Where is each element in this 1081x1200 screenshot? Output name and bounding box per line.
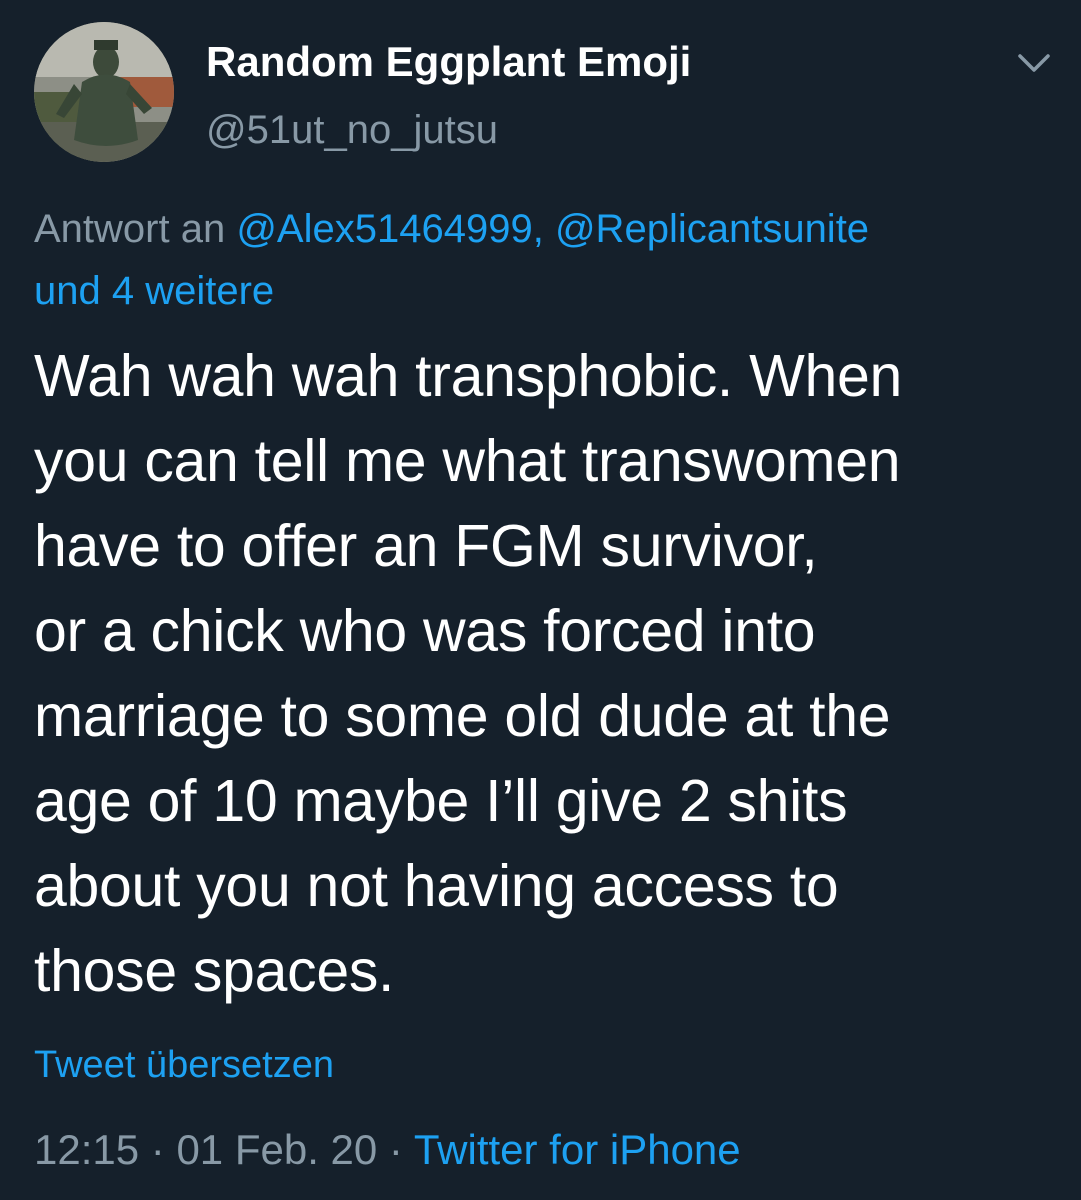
- translate-tweet-link[interactable]: Tweet übersetzen: [34, 1044, 334, 1087]
- tweet-meta: 12:15 · 01 Feb. 20 · Twitter for iPhone: [34, 1126, 741, 1174]
- tweet-text-line: marriage to some old dude at the: [34, 683, 891, 749]
- mention-replicantsunite[interactable]: @Replicantsunite: [555, 207, 869, 251]
- tweet-text-line: Wah wah wah transphobic. When: [34, 343, 903, 409]
- tweet-source-link[interactable]: Twitter for iPhone: [414, 1126, 741, 1173]
- chevron-down-icon[interactable]: [1014, 46, 1054, 80]
- display-name[interactable]: Random Eggplant Emoji: [206, 38, 691, 86]
- reply-prefix: Antwort an: [34, 207, 237, 251]
- avatar-image: [34, 22, 174, 162]
- tweet-text: Wah wah wah transphobic. When you can te…: [34, 334, 1064, 1014]
- reply-separator: [544, 207, 555, 251]
- tweet-text-line: you can tell me what transwomen: [34, 428, 901, 494]
- mention-alex51464999[interactable]: @Alex51464999,: [236, 207, 544, 251]
- tweet-text-line: age of 10 maybe I’ll give 2 shits: [34, 768, 848, 834]
- tweet-text-line: those spaces.: [34, 938, 395, 1004]
- more-mentions-link[interactable]: und 4 weitere: [34, 269, 274, 313]
- tweet-time: 12:15: [34, 1126, 140, 1173]
- tweet-date: 01 Feb. 20: [176, 1126, 378, 1173]
- tweet-detail: Random Eggplant Emoji @51ut_no_jutsu Ant…: [0, 0, 1081, 1200]
- meta-separator: ·: [377, 1126, 414, 1173]
- tweet-text-line: have to offer an FGM survivor,: [34, 513, 818, 579]
- reply-context: Antwort an @Alex51464999, @Replicantsuni…: [34, 198, 1054, 322]
- user-handle[interactable]: @51ut_no_jutsu: [206, 108, 498, 153]
- meta-separator: ·: [139, 1126, 177, 1173]
- avatar[interactable]: [34, 22, 174, 162]
- tweet-text-line: about you not having access to: [34, 853, 839, 919]
- tweet-text-line: or a chick who was forced into: [34, 598, 816, 664]
